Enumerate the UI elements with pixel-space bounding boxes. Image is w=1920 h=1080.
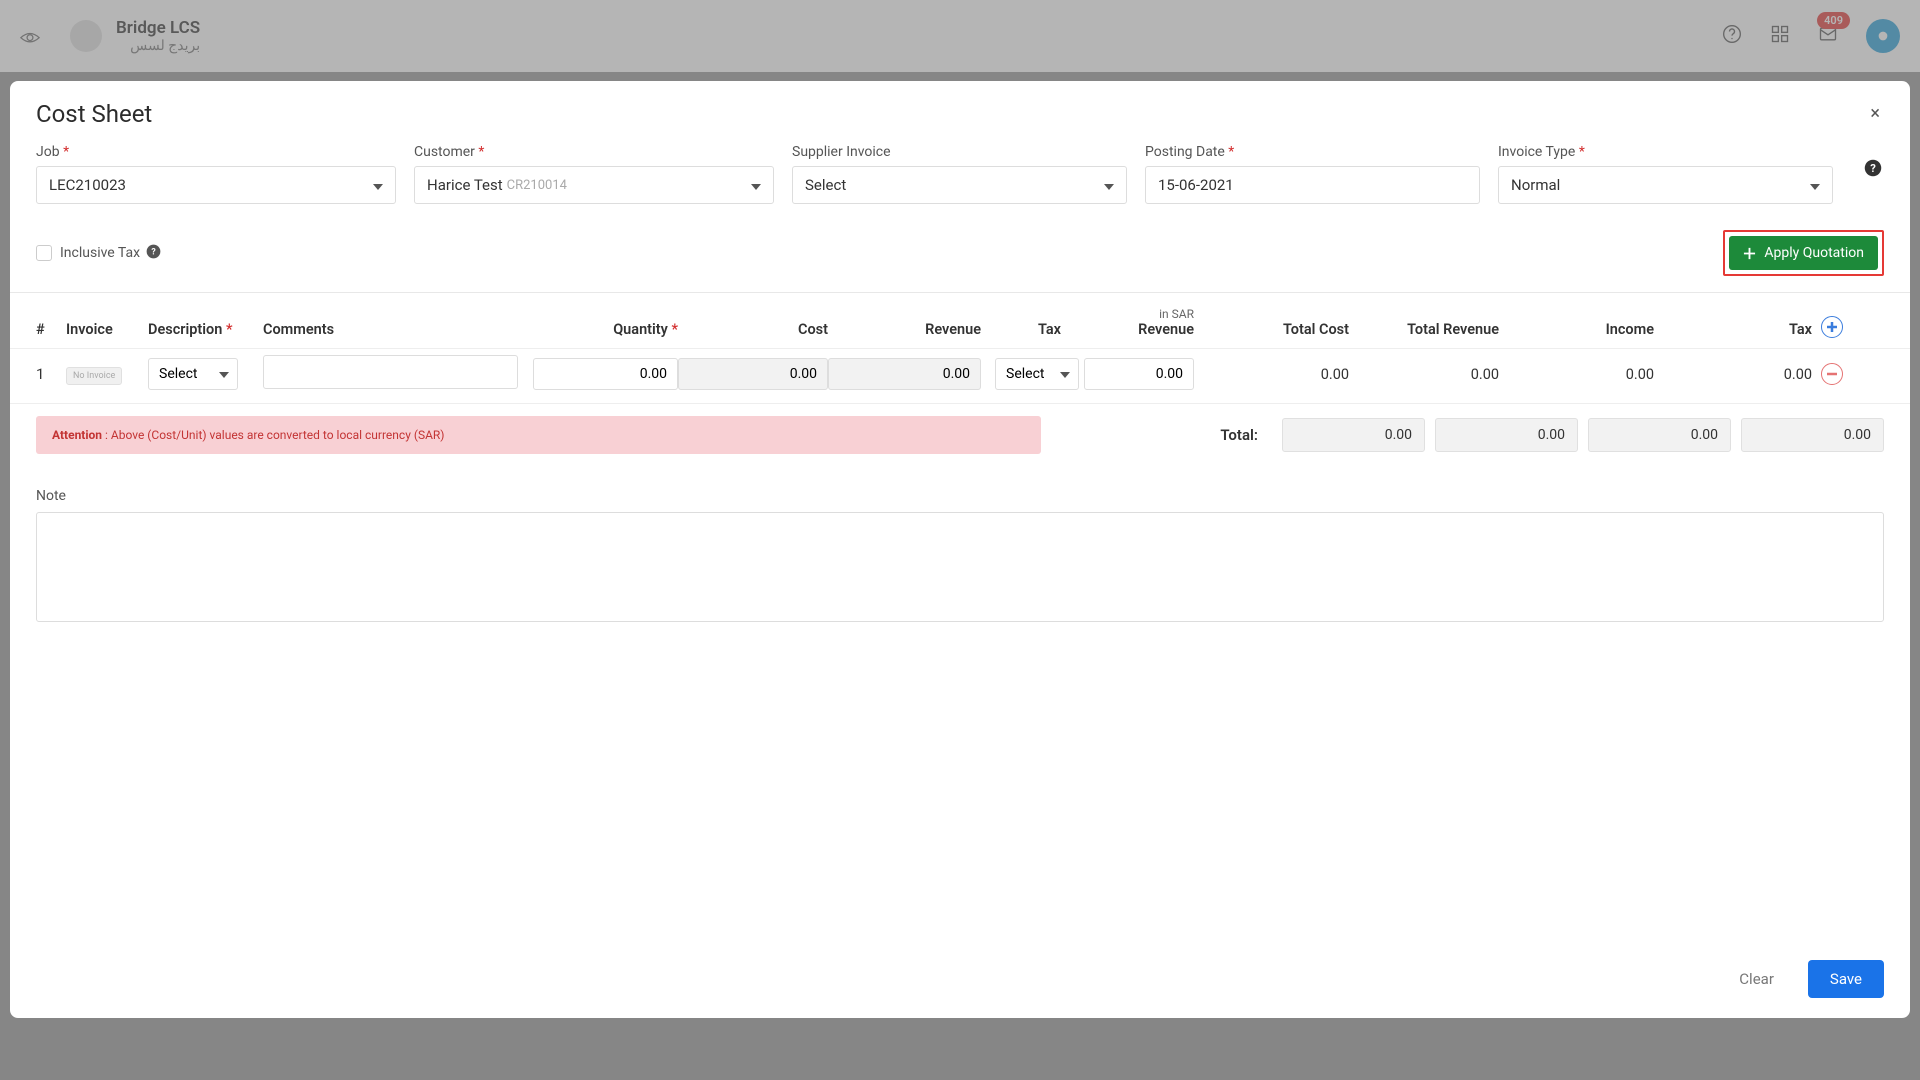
invoice-type-field: Invoice Type * Normal: [1498, 144, 1833, 204]
apply-quotation-button[interactable]: Apply Quotation: [1729, 236, 1878, 270]
attention-banner: Attention : Above (Cost/Unit) values are…: [36, 416, 1041, 454]
supplier-invoice-label: Supplier Invoice: [792, 144, 1127, 160]
col-quantity-header: Quantity *: [533, 321, 678, 338]
apply-quotation-label: Apply Quotation: [1764, 245, 1864, 261]
note-section: Note: [10, 458, 1910, 626]
revenue-cell: [828, 358, 981, 390]
col-cost-header: Cost: [678, 321, 828, 338]
customer-select[interactable]: Harice Test CR210014: [414, 166, 774, 204]
form-row: Job * LEC210023 Customer * Harice Test C…: [10, 138, 1910, 218]
cost-cell: [678, 358, 828, 390]
customer-value: Harice Test: [427, 176, 503, 194]
note-label: Note: [36, 488, 1884, 504]
chevron-down-icon: [219, 366, 229, 382]
total-tax-box: 0.00: [1741, 418, 1884, 452]
row-number: 1: [36, 365, 66, 383]
col-action-header: [1812, 316, 1852, 338]
totals-row: Attention : Above (Cost/Unit) values are…: [10, 404, 1910, 458]
chevron-down-icon: [1060, 366, 1070, 382]
svg-text:?: ?: [151, 247, 156, 257]
col-taxvalue-header: Tax: [1654, 321, 1812, 338]
info-icon[interactable]: ?: [146, 244, 161, 263]
chevron-down-icon: [1104, 176, 1114, 194]
quantity-input[interactable]: [533, 358, 678, 390]
invoice-cell: No Invoice: [66, 363, 148, 385]
description-cell: Select: [148, 358, 263, 390]
cost-input: [678, 358, 828, 390]
income-cell: 0.00: [1499, 366, 1654, 383]
chevron-down-icon: [751, 176, 761, 194]
col-description-header: Description *: [148, 321, 263, 338]
posting-date-input[interactable]: 15-06-2021: [1145, 166, 1480, 204]
comments-input[interactable]: [263, 355, 518, 389]
job-label: Job *: [36, 144, 396, 160]
col-totalcost-header: Total Cost: [1194, 321, 1349, 338]
invoice-type-label: Invoice Type *: [1498, 144, 1833, 160]
comments-cell: [263, 355, 533, 393]
revenue-input: [828, 358, 981, 390]
col-revenue-header: Revenue: [828, 321, 981, 338]
no-invoice-badge: No Invoice: [66, 367, 122, 385]
inclusive-tax-checkbox[interactable]: [36, 245, 52, 261]
modal-header: Cost Sheet ×: [10, 81, 1910, 138]
col-sar-revenue-header: in SAR Revenue: [1081, 307, 1194, 338]
taxvalue-cell: 0.00: [1654, 366, 1812, 383]
col-num-header: #: [36, 321, 66, 338]
totalcost-cell: 0.00: [1194, 366, 1349, 383]
remove-row-button[interactable]: [1821, 363, 1843, 385]
save-button[interactable]: Save: [1808, 960, 1884, 998]
apply-quotation-highlight: Apply Quotation: [1723, 230, 1884, 276]
close-icon[interactable]: ×: [1866, 99, 1884, 128]
customer-label: Customer *: [414, 144, 774, 160]
invoice-type-select[interactable]: Normal: [1498, 166, 1833, 204]
help-icon[interactable]: ?: [1864, 159, 1884, 179]
customer-field: Customer * Harice Test CR210014: [414, 144, 774, 204]
col-invoice-header: Invoice: [66, 321, 148, 338]
chevron-down-icon: [373, 176, 383, 194]
invoice-type-value: Normal: [1511, 176, 1560, 194]
posting-date-value: 15-06-2021: [1158, 176, 1234, 194]
tax-cell: Select: [981, 358, 1081, 390]
note-textarea[interactable]: [36, 512, 1884, 622]
sar-revenue-input[interactable]: [1084, 358, 1194, 390]
posting-date-field: Posting Date * 15-06-2021: [1145, 144, 1480, 204]
job-value: LEC210023: [49, 176, 126, 194]
tax-select[interactable]: Select: [995, 358, 1079, 390]
supplier-invoice-select[interactable]: Select: [792, 166, 1127, 204]
totalrevenue-cell: 0.00: [1349, 366, 1499, 383]
sar-revenue-cell: [1081, 358, 1194, 390]
description-select[interactable]: Select: [148, 358, 238, 390]
customer-code: CR210014: [507, 178, 567, 193]
table-row: 1 No Invoice Select Select: [10, 349, 1910, 404]
total-revenue-box: 0.00: [1435, 418, 1578, 452]
total-cost-box: 0.00: [1282, 418, 1425, 452]
clear-button[interactable]: Clear: [1725, 962, 1788, 996]
cost-sheet-modal: Cost Sheet × Job * LEC210023 Customer * …: [10, 81, 1910, 1018]
posting-date-label: Posting Date *: [1145, 144, 1480, 160]
inclusive-tax-label: Inclusive Tax: [60, 245, 140, 261]
modal-footer: Clear Save: [10, 944, 1910, 1018]
col-income-header: Income: [1499, 321, 1654, 338]
col-comments-header: Comments: [263, 321, 533, 338]
total-income-box: 0.00: [1588, 418, 1731, 452]
tax-row: Inclusive Tax ? Apply Quotation: [10, 218, 1910, 293]
row-action-cell: [1812, 363, 1852, 385]
col-tax-header: Tax: [981, 321, 1081, 338]
job-select[interactable]: LEC210023: [36, 166, 396, 204]
total-label: Total:: [1220, 426, 1272, 444]
add-row-button[interactable]: [1821, 316, 1843, 338]
quantity-cell: [533, 358, 678, 390]
grid-header: # Invoice Description * Comments Quantit…: [10, 293, 1910, 349]
col-totalrevenue-header: Total Revenue: [1349, 321, 1499, 338]
modal-title: Cost Sheet: [36, 100, 152, 128]
chevron-down-icon: [1810, 176, 1820, 194]
svg-text:?: ?: [1870, 162, 1876, 175]
supplier-invoice-field: Supplier Invoice Select: [792, 144, 1127, 204]
job-field: Job * LEC210023: [36, 144, 396, 204]
supplier-invoice-value: Select: [805, 176, 846, 194]
